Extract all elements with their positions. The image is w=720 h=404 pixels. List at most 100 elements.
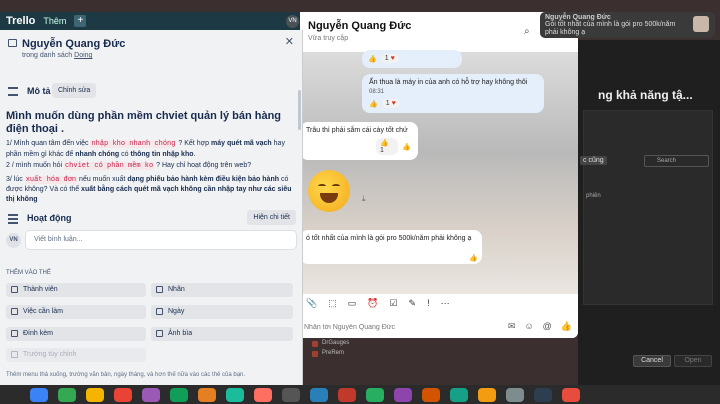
download-icon[interactable]: ⤓ bbox=[362, 194, 366, 204]
add-to-card-label: THÊM VÀO THẺ bbox=[6, 270, 51, 276]
open-button[interactable]: Open bbox=[674, 355, 712, 367]
chat-contact-name[interactable]: Nguyễn Quang Đức bbox=[308, 20, 411, 32]
activity-label: Hoạt động bbox=[27, 213, 72, 223]
chat-area: 👍 1 ♥ Ấn thua là máy in của anh có hỗ tr… bbox=[300, 50, 578, 302]
format-icon[interactable]: ✎ bbox=[409, 298, 417, 309]
list-link[interactable]: Doing bbox=[74, 52, 92, 59]
avatar[interactable]: VN bbox=[286, 15, 299, 28]
list-item[interactable]: PreRem bbox=[310, 350, 440, 357]
reminder-icon[interactable]: ⏰ bbox=[367, 298, 378, 309]
dock-app-icon[interactable] bbox=[506, 387, 524, 402]
description-line: 2 / mình muốn hỏi chviet có phần mềm ko … bbox=[6, 162, 252, 170]
labels-button[interactable]: Nhãn bbox=[151, 283, 293, 297]
message-bubble[interactable]: ó tốt nhất của mình là gói pro 500k/năm … bbox=[300, 230, 482, 264]
message-bubble[interactable]: 👍 1 ♥ bbox=[362, 50, 462, 68]
dock-app-icon[interactable] bbox=[534, 387, 552, 402]
more-icon[interactable]: ⋯ bbox=[441, 298, 450, 309]
close-icon[interactable]: ✕ bbox=[285, 35, 294, 48]
quick-message-icon[interactable]: ✉ bbox=[508, 321, 516, 332]
scrollbar[interactable] bbox=[298, 90, 301, 130]
custom-field-button[interactable]: Trường tùy chỉnh bbox=[6, 348, 146, 362]
dock-app-icon[interactable] bbox=[282, 387, 300, 402]
dock-app-icon[interactable] bbox=[310, 387, 328, 402]
custom-field-hint: Thêm menu thả xuống, trường văn bản, ngà… bbox=[6, 372, 246, 378]
clock-icon bbox=[156, 308, 163, 315]
task-icon[interactable]: ☑ bbox=[389, 298, 397, 309]
show-details-button[interactable]: Hiện chi tiết bbox=[247, 210, 296, 225]
list-item[interactable]: DrGauges bbox=[310, 340, 440, 347]
notification[interactable]: Nguyễn Quang Đức Gói tốt nhất của mình l… bbox=[540, 12, 715, 38]
urgent-icon[interactable]: ! bbox=[427, 298, 430, 308]
card-icon[interactable]: ▭ bbox=[348, 298, 357, 309]
dates-button[interactable]: Ngày bbox=[151, 305, 293, 319]
like-icon: 👍 bbox=[368, 55, 377, 63]
mention-icon[interactable]: @ bbox=[543, 321, 552, 332]
card-list-info: trong danh sách Doing bbox=[22, 52, 93, 59]
members-button[interactable]: Thành viên bbox=[6, 283, 146, 297]
more-menu[interactable]: Thêm bbox=[43, 16, 66, 26]
background-heading: ng khả năng tậ... bbox=[598, 88, 693, 102]
description-line: 3/ lúc xuất hóa đơn nếu muốn xuất dạng p… bbox=[6, 175, 292, 203]
dock-app-icon[interactable] bbox=[198, 387, 216, 402]
checklist-icon bbox=[11, 308, 18, 315]
message-text: ó tốt nhất của mình là gói pro 500k/năm … bbox=[306, 235, 472, 242]
trello-logo[interactable]: Trello bbox=[6, 15, 35, 27]
message-bubble[interactable]: Trâu thì phải sắm cái cày tốt chứ 👍 1 👍 bbox=[300, 122, 418, 160]
dock-app-icon[interactable] bbox=[394, 387, 412, 402]
dock-app-icon[interactable] bbox=[30, 387, 48, 402]
description-body[interactable]: Mình muốn dùng phần mềm chviet quản lý b… bbox=[6, 110, 298, 204]
right-panel: c cũng Search phiên bbox=[580, 110, 713, 305]
dock-app-icon[interactable] bbox=[478, 387, 496, 402]
create-button[interactable]: + bbox=[74, 15, 87, 27]
search-icon[interactable]: ⌕ bbox=[524, 26, 530, 37]
emoji-icon[interactable]: ☺ bbox=[524, 321, 533, 332]
dock-app-icon[interactable] bbox=[366, 387, 384, 402]
chat-toolbar: 📎 ⬚ ▭ ⏰ ☑ ✎ ! ⋯ bbox=[300, 294, 578, 312]
notification-avatar bbox=[693, 16, 709, 32]
dock-app-icon[interactable] bbox=[338, 387, 356, 402]
notification-message: Gói tốt nhất của mình là gói pro 500k/nă… bbox=[545, 21, 676, 36]
dock-app-icon[interactable] bbox=[86, 387, 104, 402]
chat-compose: ✉ ☺ @ 👍 bbox=[300, 316, 578, 338]
like-icon[interactable]: 👍 bbox=[469, 254, 478, 262]
reaction-count[interactable]: 👍 1 bbox=[376, 138, 399, 155]
chat-header: Nguyễn Quang Đức Vừa truy cập ⌕ ✆ ⋯ bbox=[300, 12, 578, 52]
checklist-button[interactable]: Việc cần làm bbox=[6, 305, 146, 319]
search-input[interactable]: Search bbox=[644, 155, 709, 167]
dock bbox=[0, 385, 720, 404]
dock-app-icon[interactable] bbox=[254, 387, 272, 402]
screenshot-icon[interactable]: ⬚ bbox=[328, 298, 337, 309]
cancel-button[interactable]: Cancel bbox=[633, 355, 671, 367]
tag-label: c cũng bbox=[580, 156, 607, 165]
edit-description-button[interactable]: Chỉnh sửa bbox=[52, 83, 97, 98]
attachment-button[interactable]: Đính kèm bbox=[6, 327, 146, 341]
panel-text: phiên bbox=[586, 193, 601, 199]
avatar: VN bbox=[6, 233, 21, 248]
description-line: 1/ Mình quan tâm đến việc nhập kho nhanh… bbox=[6, 140, 285, 158]
message-input[interactable] bbox=[304, 321, 484, 333]
messenger-window: Nguyễn Quang Đức Vừa truy cập ⌕ ✆ ⋯ 👍 1 … bbox=[300, 12, 578, 338]
dock-app-icon[interactable] bbox=[114, 387, 132, 402]
comment-input[interactable]: Viết bình luận... bbox=[26, 231, 296, 249]
message-text: Ấn thua là máy in của anh có hỗ trợ hay … bbox=[369, 79, 528, 86]
trello-topbar: Trello Thêm + VN bbox=[0, 12, 303, 30]
field-icon bbox=[11, 351, 18, 358]
activity-icon bbox=[8, 214, 18, 224]
description-heading: Mình muốn dùng phần mềm chviet quản lý b… bbox=[6, 110, 282, 135]
dock-app-icon[interactable] bbox=[226, 387, 244, 402]
dock-app-icon[interactable] bbox=[450, 387, 468, 402]
dock-app-icon[interactable] bbox=[58, 387, 76, 402]
cover-button[interactable]: Ảnh bìa bbox=[151, 327, 293, 341]
like-icon[interactable]: 👍 bbox=[561, 321, 572, 332]
image-icon bbox=[156, 330, 163, 337]
card-title[interactable]: Nguyễn Quang Đức bbox=[22, 38, 125, 50]
dock-app-icon[interactable] bbox=[422, 387, 440, 402]
dock-app-icon[interactable] bbox=[142, 387, 160, 402]
attach-icon[interactable]: 📎 bbox=[306, 298, 317, 309]
reaction-count[interactable]: 1 ♥ bbox=[381, 99, 400, 108]
dock-app-icon[interactable] bbox=[562, 387, 580, 402]
reaction-count[interactable]: 1 ♥ bbox=[380, 54, 399, 63]
dock-app-icon[interactable] bbox=[170, 387, 188, 402]
like-icon: 👍 bbox=[402, 143, 411, 151]
message-bubble[interactable]: Ấn thua là máy in của anh có hỗ trợ hay … bbox=[362, 74, 544, 113]
